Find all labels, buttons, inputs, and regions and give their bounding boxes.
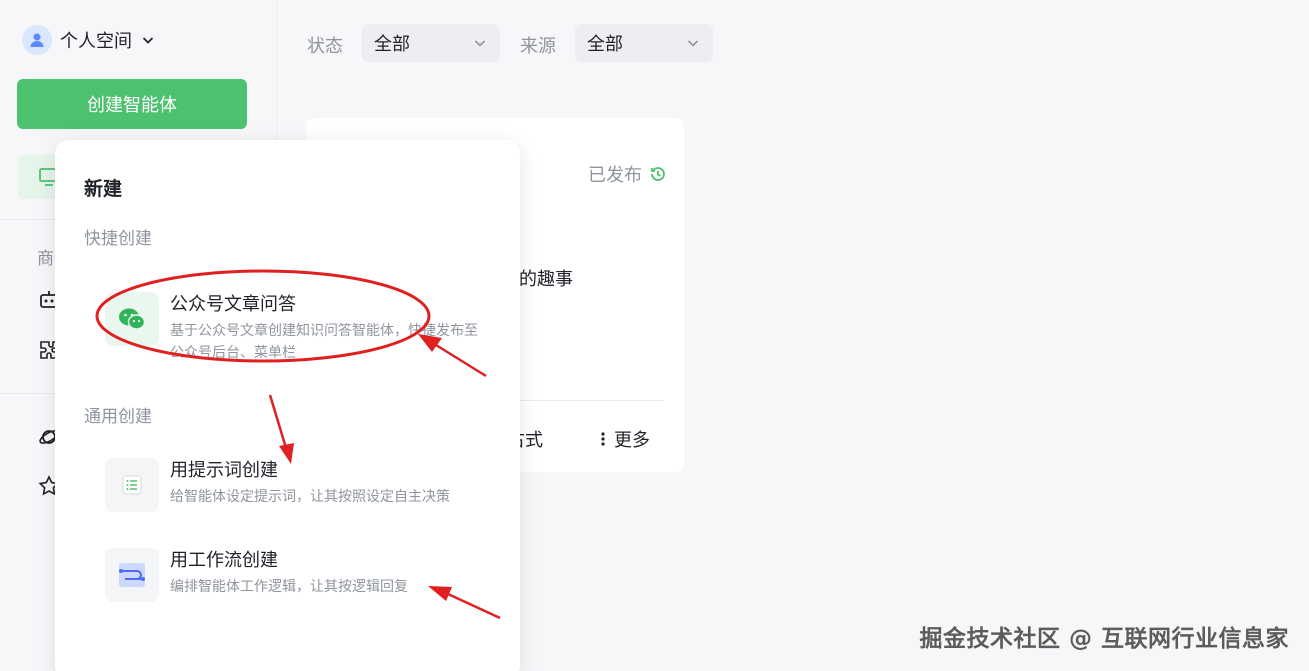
chevron-down-icon <box>687 40 699 47</box>
more-vertical-icon <box>601 432 605 446</box>
wechat-icon <box>105 292 159 346</box>
card-description: 的趣事 <box>519 269 573 290</box>
app-root: 个人空间 创建智能体 商 状态 全部 来源 全部 已发布 的趣事 5 古式 更多 <box>0 0 1309 671</box>
option-title: 公众号文章问答 <box>170 294 296 315</box>
user-avatar-icon <box>22 25 52 55</box>
status-filter-label: 状态 <box>307 36 343 57</box>
more-label: 更多 <box>614 430 650 451</box>
history-icon[interactable] <box>648 164 668 184</box>
option-title: 用提示词创建 <box>170 460 278 481</box>
workflow-icon <box>105 548 159 602</box>
popup-title: 新建 <box>84 178 123 200</box>
status-text: 已发布 <box>588 165 642 186</box>
quick-create-section-label: 快捷创建 <box>84 229 152 249</box>
create-menu-popup: 新建 快捷创建 公众号文章问答 基于公众号文章创建知识问答智能体，快捷发布至公众… <box>55 140 520 671</box>
space-label: 个人空间 <box>60 31 132 52</box>
status-badge: 已发布 <box>588 161 668 187</box>
sidebar-section-label: 商 <box>37 249 54 269</box>
source-filter-value: 全部 <box>587 34 623 55</box>
status-filter-select[interactable]: 全部 <box>362 24 500 62</box>
option-description: 编排智能体工作逻辑，让其按逻辑回复 <box>170 579 408 595</box>
chevron-down-icon <box>142 37 154 44</box>
create-agent-button[interactable]: 创建智能体 <box>17 79 247 129</box>
space-switcher[interactable]: 个人空间 <box>22 24 156 56</box>
option-title: 用工作流创建 <box>170 550 278 571</box>
chevron-down-icon <box>474 40 486 47</box>
more-button[interactable]: 更多 <box>598 426 650 452</box>
source-filter-select[interactable]: 全部 <box>575 24 713 62</box>
watermark: 掘金技术社区 @ 互联网行业信息家 <box>919 626 1289 652</box>
general-create-section-label: 通用创建 <box>84 407 152 427</box>
source-filter-label: 来源 <box>520 36 556 57</box>
status-filter-value: 全部 <box>374 34 410 55</box>
option-description: 给智能体设定提示词，让其按照设定自主决策 <box>170 489 450 505</box>
list-icon <box>105 458 159 512</box>
option-description: 基于公众号文章创建知识问答智能体，快捷发布至公众号后台、菜单栏 <box>170 323 478 361</box>
